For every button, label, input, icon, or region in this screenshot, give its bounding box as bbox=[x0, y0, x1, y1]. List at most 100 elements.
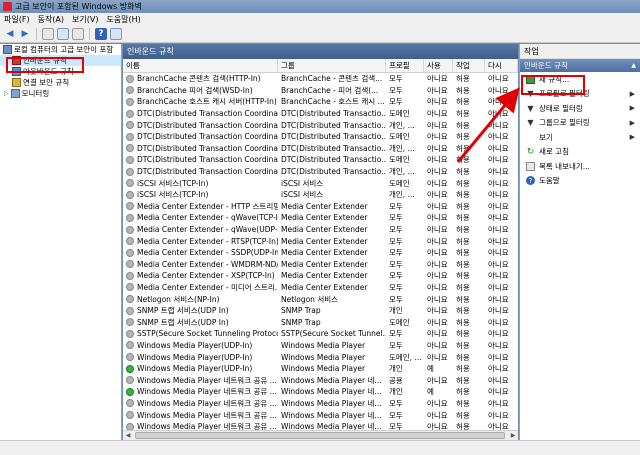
action-item[interactable]: ? 도움말 bbox=[520, 174, 640, 189]
table-row[interactable]: Netlogon 서비스(NP-In) Netlogon 서비스 모두 아니요 허용 아니… bbox=[123, 293, 518, 305]
action-item-label: 도움말 bbox=[539, 176, 560, 186]
table-row[interactable]: iSCSI 서비스(TCP-In) iSCSI 서비스 도메인 아니요 허용 아니요 bbox=[123, 177, 518, 189]
menu-action[interactable]: 동작(A) bbox=[38, 14, 64, 25]
table-row[interactable]: Windows Media Player 네트워크 공유 ... Windows … bbox=[123, 398, 518, 410]
rule-override-cell: 아니요 bbox=[485, 235, 518, 247]
toolbar: ◀ ▶ ? bbox=[0, 26, 640, 43]
rule-disabled-icon bbox=[126, 260, 134, 269]
help-icon[interactable]: ? bbox=[95, 28, 107, 40]
table-row[interactable]: BranchCache 호스트 캐시 서버(HTTP-In) BranchCach… bbox=[123, 96, 518, 108]
table-row[interactable]: DTC(Distributed Transaction Coordinato..… bbox=[123, 119, 518, 131]
expand-triangle-icon[interactable]: ▷ bbox=[4, 90, 9, 97]
menu-file[interactable]: 파일(F) bbox=[4, 14, 30, 25]
table-row[interactable]: DTC(Distributed Transaction Coordinato..… bbox=[123, 108, 518, 120]
rule-action-cell: 허용 bbox=[453, 85, 485, 97]
column-header-group[interactable]: 그룹 bbox=[278, 59, 386, 72]
menu-help[interactable]: 도움말(H) bbox=[106, 14, 140, 25]
table-row[interactable]: Media Center Extender - WMDRM-ND/... Medi… bbox=[123, 259, 518, 271]
rule-enabled-cell-text: 아니요 bbox=[427, 306, 448, 316]
column-header-override[interactable]: 다시 bbox=[485, 59, 518, 72]
table-row[interactable]: BranchCache 피어 검색(WSD-In) BranchCache - 피… bbox=[123, 85, 518, 97]
rule-name-cell: Windows Media Player(UDP-In) bbox=[123, 340, 278, 352]
rule-action-cell-text: 허용 bbox=[456, 248, 470, 258]
tree-root[interactable]: 로컬 컴퓨터의 고급 보안이 포함 bbox=[0, 44, 121, 55]
rule-profile-cell-text: 모두 bbox=[389, 340, 403, 350]
table-row[interactable]: Media Center Extender - 미디어 스트리... Media … bbox=[123, 282, 518, 294]
rule-profile-cell: 개인, ... bbox=[386, 189, 424, 201]
action-item[interactable]: 목록 내보내기... bbox=[520, 159, 640, 174]
rule-group-cell-text: Netlogon 서비스 bbox=[281, 294, 339, 304]
scrollbar-thumb[interactable] bbox=[135, 432, 505, 439]
table-row[interactable]: Windows Media Player 네트워크 공유 ... Windows … bbox=[123, 386, 518, 398]
rule-action-cell: 허용 bbox=[453, 189, 485, 201]
table-row[interactable]: Windows Media Player(UDP-In) Windows Medi… bbox=[123, 340, 518, 352]
rule-name-cell: DTC(Distributed Transaction Coordinato..… bbox=[123, 108, 278, 120]
table-row[interactable]: Media Center Extender - qWave(UDP-In) Med… bbox=[123, 224, 518, 236]
action-item[interactable]: ↻ 새로 고침 bbox=[520, 145, 640, 160]
action-item[interactable]: ▼ 상태로 필터링 ▶ bbox=[520, 101, 640, 116]
menu-bar: 파일(F) 동작(A) 보기(V) 도움말(H) bbox=[0, 13, 640, 26]
back-arrow-icon[interactable]: ◀ bbox=[4, 28, 16, 40]
up-folder-icon[interactable] bbox=[42, 28, 54, 40]
actions-section-inbound[interactable]: 인바운드 규칙 ▲ bbox=[520, 59, 640, 72]
menu-view[interactable]: 보기(V) bbox=[72, 14, 98, 25]
table-row[interactable]: DTC(Distributed Transaction Coordinato..… bbox=[123, 143, 518, 155]
table-row[interactable]: iSCSI 서비스(TCP-In) iSCSI 서비스 개인, ... 아니요 허용 아니… bbox=[123, 189, 518, 201]
column-header-action[interactable]: 작업 bbox=[453, 59, 485, 72]
show-hide-tree-icon[interactable] bbox=[57, 28, 69, 40]
rule-group-cell-text: DTC(Distributed Transactio... bbox=[281, 167, 386, 177]
show-action-pane-icon[interactable] bbox=[110, 28, 122, 40]
rule-name-cell-text: Media Center Extender - qWave(UDP-In) bbox=[137, 225, 278, 235]
table-row[interactable]: SSTP(Secure Socket Tunneling Protocol)..… bbox=[123, 328, 518, 340]
table-row[interactable]: Windows Media Player 네트워크 공유 ... Windows … bbox=[123, 409, 518, 421]
rule-enabled-cell: 아니요 bbox=[424, 177, 453, 189]
scroll-right-icon[interactable]: ▶ bbox=[508, 431, 518, 440]
collapse-up-icon[interactable]: ▲ bbox=[631, 62, 636, 69]
rules-list: BranchCache 콘텐츠 검색(HTTP-In) BranchCache -… bbox=[123, 73, 518, 432]
connection-security-icon bbox=[12, 78, 21, 87]
rule-group-cell: Media Center Extender bbox=[278, 259, 386, 271]
action-item[interactable]: 보기 ▶ bbox=[520, 130, 640, 145]
column-header-enabled[interactable]: 사용 bbox=[424, 59, 453, 72]
table-row[interactable]: DTC(Distributed Transaction Coordinato..… bbox=[123, 131, 518, 143]
rule-group-cell: DTC(Distributed Transactio... bbox=[278, 166, 386, 178]
rule-override-cell-text: 아니요 bbox=[488, 259, 509, 269]
export-list-icon[interactable] bbox=[72, 28, 84, 40]
table-row[interactable]: Windows Media Player(UDP-In) Windows Medi… bbox=[123, 363, 518, 375]
rule-name-cell: Media Center Extender - RTSP(TCP-In) bbox=[123, 235, 278, 247]
table-row[interactable]: Media Center Extender - RTSP(TCP-In) Medi… bbox=[123, 235, 518, 247]
rule-override-cell: 아니요 bbox=[485, 85, 518, 97]
table-row[interactable]: DTC(Distributed Transaction Coordinato..… bbox=[123, 154, 518, 166]
rule-enabled-cell-text: 아니요 bbox=[427, 120, 448, 130]
table-row[interactable]: Media Center Extender - SSDP(UDP-In) Medi… bbox=[123, 247, 518, 259]
table-row[interactable]: BranchCache 콘텐츠 검색(HTTP-In) BranchCache -… bbox=[123, 73, 518, 85]
column-header-name[interactable]: 이름 bbox=[123, 59, 278, 72]
action-item-label: 보기 bbox=[539, 132, 553, 142]
rule-profile-cell-text: 모두 bbox=[389, 398, 403, 408]
table-row[interactable]: DTC(Distributed Transaction Coordinato..… bbox=[123, 166, 518, 178]
tree-item-connection-security[interactable]: 연결 보안 규칙 bbox=[0, 77, 121, 88]
rule-profile-cell: 개인, ... bbox=[386, 143, 424, 155]
action-item[interactable]: ▼ 그룹으로 필터링 ▶ bbox=[520, 116, 640, 131]
table-row[interactable]: Windows Media Player(UDP-In) Windows Medi… bbox=[123, 351, 518, 363]
rule-enabled-cell: 아니요 bbox=[424, 374, 453, 386]
table-row[interactable]: SNMP 트랩 서비스(UDP In) SNMP Trap 도메인 아니요 허용 아니요 bbox=[123, 316, 518, 328]
annotation-highlight-new-rule bbox=[521, 75, 585, 95]
rule-override-cell: 아니요 bbox=[485, 293, 518, 305]
scroll-left-icon[interactable]: ◀ bbox=[123, 431, 133, 440]
table-row[interactable]: Media Center Extender - qWave(TCP-In) Med… bbox=[123, 212, 518, 224]
rule-action-cell-text: 허용 bbox=[456, 282, 470, 292]
rule-group-cell: iSCSI 서비스 bbox=[278, 177, 386, 189]
horizontal-scrollbar[interactable]: ◀ ▶ bbox=[123, 430, 518, 440]
rule-name-cell: SNMP 트랩 서비스(UDP In) bbox=[123, 316, 278, 328]
rule-disabled-icon bbox=[126, 121, 134, 130]
tree-item-monitoring[interactable]: ▷ 모니터링 bbox=[0, 88, 121, 99]
table-row[interactable]: Media Center Extender - XSP(TCP-In) Media… bbox=[123, 270, 518, 282]
rule-name-cell: Windows Media Player 네트워크 공유 ... bbox=[123, 386, 278, 398]
rule-group-cell-text: Media Center Extender bbox=[281, 236, 368, 246]
table-row[interactable]: SNMP 트랩 서비스(UDP In) SNMP Trap 개인 아니요 허용 아니요 bbox=[123, 305, 518, 317]
table-row[interactable]: Windows Media Player 네트워크 공유 ... Windows … bbox=[123, 374, 518, 386]
table-row[interactable]: Media Center Extender - HTTP 스트리밍... Medi… bbox=[123, 201, 518, 213]
column-header-profile[interactable]: 프로필 bbox=[386, 59, 424, 72]
forward-arrow-icon[interactable]: ▶ bbox=[19, 28, 31, 40]
